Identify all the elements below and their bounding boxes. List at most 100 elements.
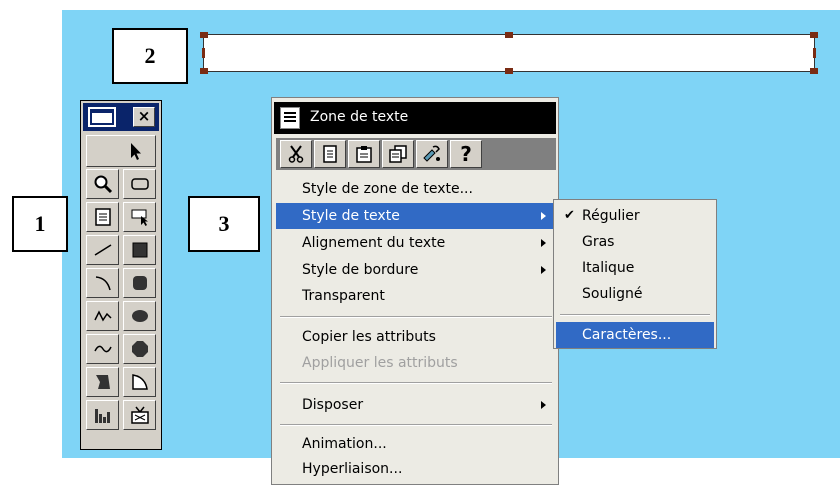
menu-item-text-alignment[interactable]: Alignement du texte bbox=[276, 230, 556, 256]
submenu-item-label: Régulier bbox=[582, 208, 640, 224]
quarter-shape-tool[interactable] bbox=[123, 367, 156, 397]
menu-item-label: Copier les attributs bbox=[302, 329, 436, 345]
submenu-separator bbox=[560, 314, 710, 316]
resize-handle[interactable] bbox=[810, 68, 818, 74]
cut-icon bbox=[288, 145, 304, 163]
rounded-square-tool[interactable] bbox=[123, 268, 156, 298]
submenu-arrow-icon bbox=[541, 401, 546, 409]
curve-tool[interactable] bbox=[86, 334, 119, 364]
freeform-tool[interactable] bbox=[86, 367, 119, 397]
chart-tool[interactable] bbox=[86, 400, 119, 430]
resize-handle[interactable] bbox=[202, 48, 205, 58]
rounded-rectangle-icon bbox=[130, 178, 149, 190]
line-tool[interactable] bbox=[86, 235, 119, 265]
polygon-tool[interactable] bbox=[123, 334, 156, 364]
text-tool-icon bbox=[94, 208, 111, 226]
submenu-item-underline[interactable]: Souligné bbox=[556, 281, 714, 307]
menu-titlebar: Zone de texte bbox=[274, 102, 556, 134]
rounded-rectangle-tool[interactable] bbox=[123, 169, 156, 199]
zoom-icon bbox=[94, 175, 112, 194]
menu-item-transparent[interactable]: Transparent bbox=[276, 283, 556, 309]
duplicate-button[interactable] bbox=[382, 140, 414, 168]
submenu-item-bold[interactable]: Gras bbox=[556, 229, 714, 255]
callout-number: 1 bbox=[34, 211, 46, 236]
menu-item-label: Transparent bbox=[302, 288, 385, 304]
resize-handle[interactable] bbox=[505, 32, 513, 38]
menu-item-label: Style de bordure bbox=[302, 262, 419, 278]
tool-palette: × bbox=[80, 100, 162, 450]
help-button[interactable]: ? bbox=[450, 140, 482, 168]
menu-item-label: Alignement du texte bbox=[302, 235, 446, 251]
submenu-item-label: Caractères... bbox=[582, 327, 672, 343]
script-icon bbox=[423, 145, 440, 162]
menu-title: Zone de texte bbox=[310, 109, 409, 125]
text-box-icon bbox=[280, 107, 300, 129]
quarter-shape-icon bbox=[131, 374, 148, 390]
field-tool-icon bbox=[131, 209, 148, 226]
text-box-selected[interactable] bbox=[200, 32, 818, 74]
arc-icon bbox=[95, 276, 111, 291]
menu-toolbar: ? bbox=[276, 138, 556, 170]
pointer-icon bbox=[131, 143, 141, 160]
close-button[interactable]: × bbox=[133, 107, 155, 127]
ellipse-tool[interactable] bbox=[123, 301, 156, 331]
text-tool[interactable] bbox=[86, 202, 119, 232]
submenu-item-italic[interactable]: Italique bbox=[556, 255, 714, 281]
square-tool[interactable] bbox=[123, 235, 156, 265]
filled-ellipse-icon bbox=[131, 310, 148, 322]
paste-icon bbox=[356, 146, 372, 163]
submenu-item-characters[interactable]: Caractères... bbox=[556, 322, 714, 348]
duplicate-icon bbox=[389, 145, 407, 163]
callout-3: 3 bbox=[188, 196, 260, 252]
submenu-item-label: Gras bbox=[582, 234, 615, 250]
callout-2: 2 bbox=[112, 28, 188, 84]
menu-item-label: Hyperliaison... bbox=[302, 461, 403, 477]
menu-item-text-style[interactable]: Style de texte bbox=[276, 203, 556, 229]
filled-polygon-icon bbox=[131, 341, 148, 357]
menu-item-label: Appliquer les attributs bbox=[302, 355, 458, 371]
zoom-tool[interactable] bbox=[86, 169, 119, 199]
menu-item-text-box-style[interactable]: Style de zone de texte... bbox=[276, 176, 556, 202]
resize-handle[interactable] bbox=[200, 68, 208, 74]
filled-rounded-square-icon bbox=[132, 276, 147, 290]
menu-separator bbox=[280, 382, 552, 384]
menu-item-animation[interactable]: Animation... bbox=[276, 431, 556, 457]
field-tool[interactable] bbox=[123, 202, 156, 232]
menu-item-label: Disposer bbox=[302, 397, 364, 413]
menu-item-copy-attributes[interactable]: Copier les attributs bbox=[276, 324, 556, 350]
submenu-arrow-icon bbox=[541, 239, 546, 247]
media-tool[interactable] bbox=[123, 400, 156, 430]
polyline-icon bbox=[93, 310, 112, 322]
menu-item-label: Style de zone de texte... bbox=[302, 181, 473, 197]
resize-handle[interactable] bbox=[505, 68, 513, 74]
media-icon bbox=[130, 406, 149, 424]
menu-item-label: Style de texte bbox=[302, 208, 400, 224]
resize-handle[interactable] bbox=[813, 48, 816, 58]
submenu-arrow-icon bbox=[541, 212, 546, 220]
arc-tool[interactable] bbox=[86, 268, 119, 298]
pointer-tool[interactable] bbox=[86, 135, 156, 167]
copy-button[interactable] bbox=[314, 140, 346, 168]
chart-icon bbox=[94, 409, 110, 423]
submenu-item-label: Italique bbox=[582, 260, 635, 276]
submenu-item-regular[interactable]: ✔ Régulier bbox=[556, 203, 714, 229]
paste-button[interactable] bbox=[348, 140, 380, 168]
menu-item-arrange[interactable]: Disposer bbox=[276, 392, 556, 418]
script-button[interactable] bbox=[416, 140, 448, 168]
polyline-tool[interactable] bbox=[86, 301, 119, 331]
menu-separator bbox=[280, 316, 552, 318]
submenu-item-label: Souligné bbox=[582, 286, 643, 302]
menu-item-border-style[interactable]: Style de bordure bbox=[276, 257, 556, 283]
window-icon bbox=[88, 107, 116, 127]
freeform-icon bbox=[95, 375, 110, 389]
menu-item-hyperlink[interactable]: Hyperliaison... bbox=[276, 456, 556, 482]
resize-handle[interactable] bbox=[200, 32, 208, 38]
filled-square-icon bbox=[132, 242, 147, 258]
curve-icon bbox=[93, 345, 112, 353]
palette-titlebar[interactable]: × bbox=[83, 103, 159, 131]
resize-handle[interactable] bbox=[810, 32, 818, 38]
callout-1: 1 bbox=[12, 196, 68, 252]
text-style-submenu: ✔ Régulier Gras Italique Souligné Caractè… bbox=[553, 199, 717, 349]
cut-button[interactable] bbox=[280, 140, 312, 168]
submenu-arrow-icon bbox=[541, 266, 546, 274]
